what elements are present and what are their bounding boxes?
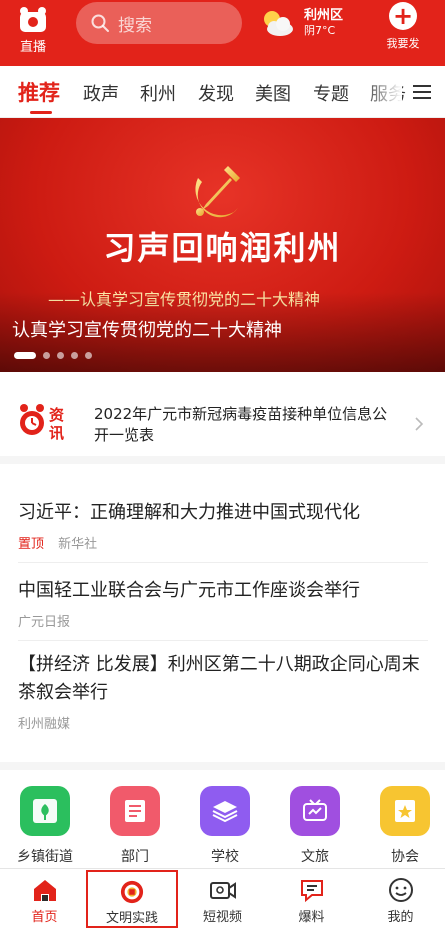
service-label: 学校: [211, 849, 239, 865]
tab-special[interactable]: 专题: [313, 80, 349, 106]
report-label: 我要发: [386, 37, 420, 50]
tab-gallery[interactable]: 美图: [255, 80, 291, 106]
service-tourism[interactable]: 文旅: [280, 786, 350, 866]
divider: [18, 640, 428, 641]
cloudy-weather-icon: [264, 11, 293, 36]
nav-label: 爆料: [298, 910, 325, 925]
news-title: 中国轻工业联合会与广元市工作座谈会举行: [18, 580, 360, 601]
news-title: 习近平：正确理解和大力推进中国式现代化: [18, 502, 360, 523]
town-icon: [20, 786, 70, 836]
news-item[interactable]: 【拼经济 比发展】利州区第二十八期政企同心周末茶叙会举行 利州融媒: [18, 651, 428, 732]
tab-fade: [362, 66, 402, 116]
service-school[interactable]: 学校: [190, 786, 260, 866]
nav-civilization[interactable]: 文明实践: [86, 870, 178, 928]
nav-short-video[interactable]: 短视频: [178, 869, 267, 929]
video-camera-icon: [209, 882, 236, 899]
service-label: 文旅: [301, 849, 329, 865]
news-logo-char-1: 资: [49, 406, 64, 424]
department-icon: [110, 786, 160, 836]
service-association[interactable]: 协会: [370, 786, 440, 866]
carousel-dot[interactable]: [43, 352, 50, 359]
news-item[interactable]: 中国轻工业联合会与广元市工作座谈会举行 广元日报: [18, 577, 428, 630]
service-label: 协会: [391, 849, 419, 865]
divider: [18, 562, 428, 563]
search-placeholder: 搜索: [118, 15, 152, 36]
search-input[interactable]: 搜索: [76, 2, 242, 44]
banner-carousel[interactable]: 习声回响润利州 ——认真学习宣传贯彻党的二十大精神 认真学习宣传贯彻党的二十大精…: [0, 118, 445, 372]
menu-icon[interactable]: [411, 83, 433, 101]
live-label: 直播: [19, 40, 46, 55]
home-icon: [33, 880, 56, 901]
news-item[interactable]: 习近平：正确理解和大力推进中国式现代化 置顶 新华社: [18, 499, 428, 552]
ticker-text: 2022年广元市新冠病毒疫苗接种单位信息公开一览表: [94, 405, 388, 444]
live-button[interactable]: 直播: [2, 6, 64, 55]
news-meta: 广元日报: [18, 611, 428, 630]
nav-label: 我的: [387, 910, 414, 925]
channel-tabs: 推荐 政声 利州 发现 美图 专题 服务: [0, 66, 445, 118]
carousel-dot[interactable]: [85, 352, 92, 359]
tourism-icon: [290, 786, 340, 836]
nav-label: 短视频: [202, 910, 242, 925]
tab-lizhou[interactable]: 利州: [140, 80, 176, 106]
news-logo-char-2: 讯: [49, 424, 64, 442]
service-shortcuts: 乡镇街道 部门 学校 文旅 协会: [0, 762, 445, 868]
service-department[interactable]: 部门: [100, 786, 170, 866]
banner-headline: 习声回响润利州: [103, 229, 342, 267]
nav-home[interactable]: 首页: [0, 869, 89, 929]
tipoff-icon: [300, 880, 323, 903]
service-label: 乡镇街道: [17, 849, 73, 865]
news-alarm-logo-icon: 资 讯: [20, 404, 64, 442]
carousel-dot[interactable]: [71, 352, 78, 359]
weather-condition: 阴7°C: [304, 24, 336, 38]
smiley-face-icon: [388, 878, 413, 902]
pinned-badge: 置顶: [18, 537, 45, 552]
nav-label: 文明实践: [105, 911, 158, 926]
school-icon: [200, 786, 250, 836]
top-header: 直播 搜索 利州区 阴7°C + 我要发: [0, 0, 445, 66]
nav-profile[interactable]: 我的: [356, 869, 445, 929]
active-tab-indicator: [30, 111, 52, 114]
news-source: 新华社: [58, 537, 98, 552]
service-town[interactable]: 乡镇街道: [10, 786, 80, 866]
nav-tipoff[interactable]: 爆料: [267, 869, 356, 929]
nav-label: 首页: [31, 910, 58, 925]
report-button[interactable]: + 我要发: [378, 2, 428, 51]
chevron-right-icon: [415, 417, 424, 431]
news-source: 广元日报: [18, 615, 71, 630]
carousel-dot[interactable]: [14, 352, 36, 359]
tab-zhengsheng[interactable]: 政声: [83, 80, 119, 106]
tab-discover[interactable]: 发现: [198, 80, 234, 106]
carousel-indicator: [14, 352, 99, 359]
bottom-navigation: 首页 文明实践 短视频 爆料 我的: [0, 868, 445, 929]
news-ticker[interactable]: 资 讯 2022年广元市新冠病毒疫苗接种单位信息公开一览表: [0, 372, 445, 464]
news-meta: 置顶 新华社: [18, 533, 428, 552]
search-icon: [91, 14, 109, 32]
news-source: 利州融媒: [18, 717, 71, 732]
tab-recommend[interactable]: 推荐: [18, 77, 60, 107]
weather-widget[interactable]: 利州区 阴7°C: [258, 8, 343, 38]
association-icon: [380, 786, 430, 836]
alarm-clock-icon: [20, 7, 46, 32]
civilization-icon: [120, 880, 144, 904]
carousel-dot[interactable]: [57, 352, 64, 359]
plus-icon: +: [389, 2, 417, 30]
banner-caption: 认真学习宣传贯彻党的二十大精神: [12, 320, 282, 341]
service-label: 部门: [121, 849, 149, 865]
news-title: 【拼经济 比发展】利州区第二十八期政企同心周末茶叙会举行: [18, 654, 420, 703]
weather-district: 利州区: [304, 8, 344, 23]
news-meta: 利州融媒: [18, 713, 428, 732]
party-emblem-icon: [195, 166, 240, 218]
